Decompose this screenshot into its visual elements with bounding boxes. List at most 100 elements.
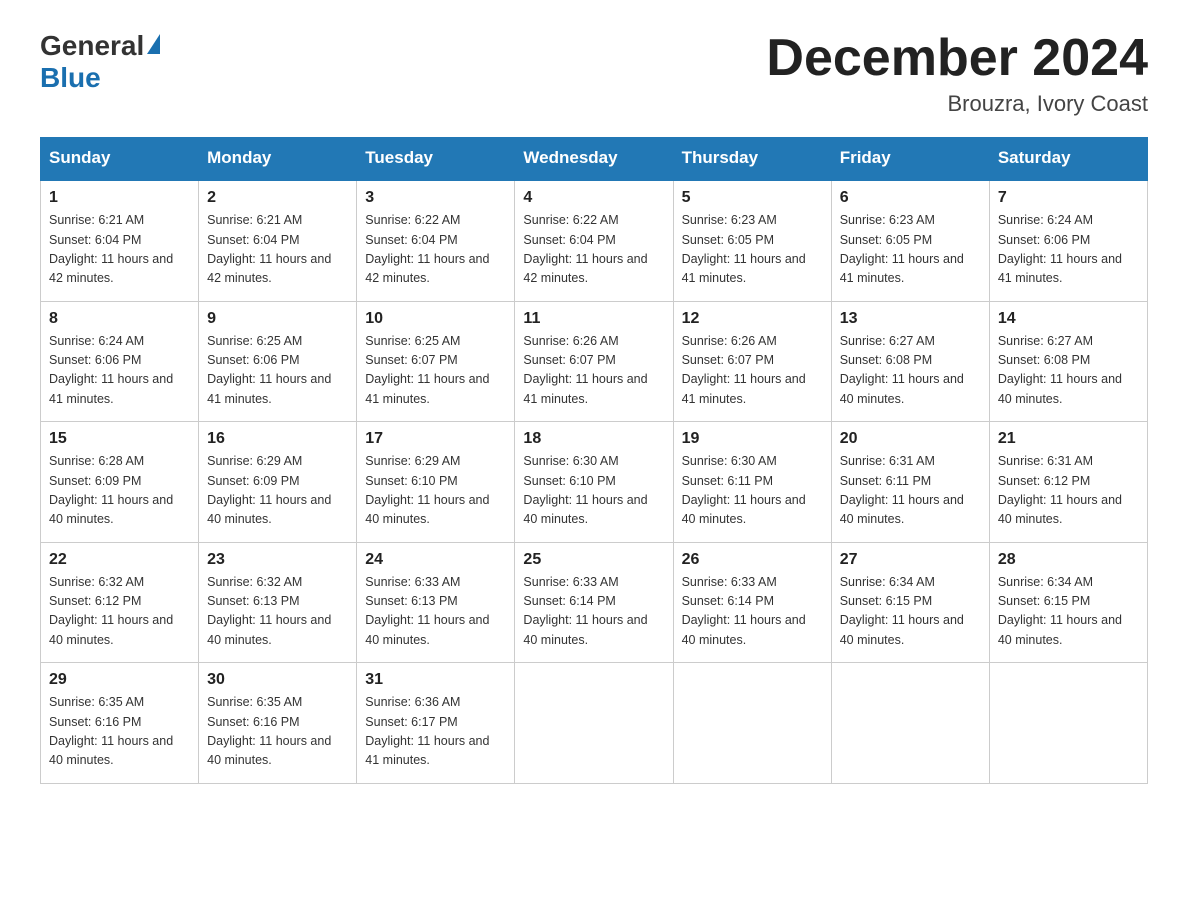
- calendar-day-cell: 24 Sunrise: 6:33 AMSunset: 6:13 PMDaylig…: [357, 542, 515, 663]
- calendar-day-cell: 18 Sunrise: 6:30 AMSunset: 6:10 PMDaylig…: [515, 422, 673, 543]
- day-info: Sunrise: 6:22 AMSunset: 6:04 PMDaylight:…: [365, 213, 489, 285]
- day-info: Sunrise: 6:21 AMSunset: 6:04 PMDaylight:…: [207, 213, 331, 285]
- calendar-day-cell: 21 Sunrise: 6:31 AMSunset: 6:12 PMDaylig…: [989, 422, 1147, 543]
- day-info: Sunrise: 6:22 AMSunset: 6:04 PMDaylight:…: [523, 213, 647, 285]
- calendar-day-cell: [515, 663, 673, 784]
- header-sunday: Sunday: [41, 138, 199, 180]
- calendar-week-row: 15 Sunrise: 6:28 AMSunset: 6:09 PMDaylig…: [41, 422, 1148, 543]
- header-monday: Monday: [199, 138, 357, 180]
- calendar-day-cell: 17 Sunrise: 6:29 AMSunset: 6:10 PMDaylig…: [357, 422, 515, 543]
- day-number: 2: [207, 189, 348, 207]
- calendar-day-cell: 9 Sunrise: 6:25 AMSunset: 6:06 PMDayligh…: [199, 301, 357, 422]
- day-number: 30: [207, 671, 348, 689]
- calendar-day-cell: 12 Sunrise: 6:26 AMSunset: 6:07 PMDaylig…: [673, 301, 831, 422]
- day-number: 1: [49, 189, 190, 207]
- day-info: Sunrise: 6:27 AMSunset: 6:08 PMDaylight:…: [998, 334, 1122, 406]
- day-number: 24: [365, 551, 506, 569]
- day-number: 15: [49, 430, 190, 448]
- calendar-day-cell: 26 Sunrise: 6:33 AMSunset: 6:14 PMDaylig…: [673, 542, 831, 663]
- calendar-day-cell: [831, 663, 989, 784]
- day-info: Sunrise: 6:24 AMSunset: 6:06 PMDaylight:…: [998, 213, 1122, 285]
- calendar-header-row: Sunday Monday Tuesday Wednesday Thursday…: [41, 138, 1148, 180]
- calendar-day-cell: 25 Sunrise: 6:33 AMSunset: 6:14 PMDaylig…: [515, 542, 673, 663]
- day-info: Sunrise: 6:30 AMSunset: 6:10 PMDaylight:…: [523, 454, 647, 526]
- day-number: 19: [682, 430, 823, 448]
- calendar-day-cell: 3 Sunrise: 6:22 AMSunset: 6:04 PMDayligh…: [357, 180, 515, 302]
- month-title: December 2024: [766, 30, 1148, 87]
- calendar-day-cell: 31 Sunrise: 6:36 AMSunset: 6:17 PMDaylig…: [357, 663, 515, 784]
- header-saturday: Saturday: [989, 138, 1147, 180]
- header-thursday: Thursday: [673, 138, 831, 180]
- day-info: Sunrise: 6:29 AMSunset: 6:09 PMDaylight:…: [207, 454, 331, 526]
- calendar-week-row: 8 Sunrise: 6:24 AMSunset: 6:06 PMDayligh…: [41, 301, 1148, 422]
- day-info: Sunrise: 6:28 AMSunset: 6:09 PMDaylight:…: [49, 454, 173, 526]
- day-number: 14: [998, 310, 1139, 328]
- calendar-day-cell: 5 Sunrise: 6:23 AMSunset: 6:05 PMDayligh…: [673, 180, 831, 302]
- day-number: 9: [207, 310, 348, 328]
- calendar-day-cell: 20 Sunrise: 6:31 AMSunset: 6:11 PMDaylig…: [831, 422, 989, 543]
- calendar-day-cell: 8 Sunrise: 6:24 AMSunset: 6:06 PMDayligh…: [41, 301, 199, 422]
- day-number: 5: [682, 189, 823, 207]
- day-number: 7: [998, 189, 1139, 207]
- day-number: 26: [682, 551, 823, 569]
- calendar-day-cell: 27 Sunrise: 6:34 AMSunset: 6:15 PMDaylig…: [831, 542, 989, 663]
- calendar-day-cell: 10 Sunrise: 6:25 AMSunset: 6:07 PMDaylig…: [357, 301, 515, 422]
- day-number: 17: [365, 430, 506, 448]
- day-info: Sunrise: 6:34 AMSunset: 6:15 PMDaylight:…: [998, 575, 1122, 647]
- day-number: 29: [49, 671, 190, 689]
- logo: General Blue: [40, 30, 160, 94]
- day-info: Sunrise: 6:27 AMSunset: 6:08 PMDaylight:…: [840, 334, 964, 406]
- calendar-day-cell: 1 Sunrise: 6:21 AMSunset: 6:04 PMDayligh…: [41, 180, 199, 302]
- calendar-week-row: 22 Sunrise: 6:32 AMSunset: 6:12 PMDaylig…: [41, 542, 1148, 663]
- logo-blue-text: Blue: [40, 62, 101, 93]
- day-info: Sunrise: 6:33 AMSunset: 6:14 PMDaylight:…: [682, 575, 806, 647]
- day-number: 18: [523, 430, 664, 448]
- calendar-day-cell: 16 Sunrise: 6:29 AMSunset: 6:09 PMDaylig…: [199, 422, 357, 543]
- header-tuesday: Tuesday: [357, 138, 515, 180]
- day-info: Sunrise: 6:31 AMSunset: 6:12 PMDaylight:…: [998, 454, 1122, 526]
- calendar-week-row: 1 Sunrise: 6:21 AMSunset: 6:04 PMDayligh…: [41, 180, 1148, 302]
- calendar-day-cell: 2 Sunrise: 6:21 AMSunset: 6:04 PMDayligh…: [199, 180, 357, 302]
- calendar-day-cell: 22 Sunrise: 6:32 AMSunset: 6:12 PMDaylig…: [41, 542, 199, 663]
- day-number: 22: [49, 551, 190, 569]
- day-number: 11: [523, 310, 664, 328]
- calendar-week-row: 29 Sunrise: 6:35 AMSunset: 6:16 PMDaylig…: [41, 663, 1148, 784]
- calendar-table: Sunday Monday Tuesday Wednesday Thursday…: [40, 137, 1148, 784]
- day-info: Sunrise: 6:32 AMSunset: 6:13 PMDaylight:…: [207, 575, 331, 647]
- day-info: Sunrise: 6:32 AMSunset: 6:12 PMDaylight:…: [49, 575, 173, 647]
- day-info: Sunrise: 6:25 AMSunset: 6:06 PMDaylight:…: [207, 334, 331, 406]
- day-number: 23: [207, 551, 348, 569]
- day-number: 13: [840, 310, 981, 328]
- day-number: 16: [207, 430, 348, 448]
- header-wednesday: Wednesday: [515, 138, 673, 180]
- logo-triangle-icon: [147, 34, 160, 54]
- day-info: Sunrise: 6:25 AMSunset: 6:07 PMDaylight:…: [365, 334, 489, 406]
- day-info: Sunrise: 6:21 AMSunset: 6:04 PMDaylight:…: [49, 213, 173, 285]
- day-number: 10: [365, 310, 506, 328]
- day-number: 20: [840, 430, 981, 448]
- day-info: Sunrise: 6:26 AMSunset: 6:07 PMDaylight:…: [523, 334, 647, 406]
- day-info: Sunrise: 6:23 AMSunset: 6:05 PMDaylight:…: [682, 213, 806, 285]
- calendar-day-cell: 19 Sunrise: 6:30 AMSunset: 6:11 PMDaylig…: [673, 422, 831, 543]
- calendar-day-cell: 6 Sunrise: 6:23 AMSunset: 6:05 PMDayligh…: [831, 180, 989, 302]
- day-info: Sunrise: 6:36 AMSunset: 6:17 PMDaylight:…: [365, 695, 489, 767]
- day-info: Sunrise: 6:29 AMSunset: 6:10 PMDaylight:…: [365, 454, 489, 526]
- day-info: Sunrise: 6:24 AMSunset: 6:06 PMDaylight:…: [49, 334, 173, 406]
- day-info: Sunrise: 6:35 AMSunset: 6:16 PMDaylight:…: [49, 695, 173, 767]
- calendar-day-cell: 14 Sunrise: 6:27 AMSunset: 6:08 PMDaylig…: [989, 301, 1147, 422]
- day-info: Sunrise: 6:33 AMSunset: 6:13 PMDaylight:…: [365, 575, 489, 647]
- page-header: General Blue December 2024 Brouzra, Ivor…: [40, 30, 1148, 117]
- calendar-day-cell: 11 Sunrise: 6:26 AMSunset: 6:07 PMDaylig…: [515, 301, 673, 422]
- calendar-day-cell: 23 Sunrise: 6:32 AMSunset: 6:13 PMDaylig…: [199, 542, 357, 663]
- day-number: 28: [998, 551, 1139, 569]
- location: Brouzra, Ivory Coast: [766, 91, 1148, 117]
- calendar-day-cell: [989, 663, 1147, 784]
- day-info: Sunrise: 6:34 AMSunset: 6:15 PMDaylight:…: [840, 575, 964, 647]
- day-number: 3: [365, 189, 506, 207]
- day-number: 31: [365, 671, 506, 689]
- calendar-day-cell: 15 Sunrise: 6:28 AMSunset: 6:09 PMDaylig…: [41, 422, 199, 543]
- day-number: 6: [840, 189, 981, 207]
- logo-general-text: General: [40, 30, 144, 62]
- day-number: 25: [523, 551, 664, 569]
- day-info: Sunrise: 6:30 AMSunset: 6:11 PMDaylight:…: [682, 454, 806, 526]
